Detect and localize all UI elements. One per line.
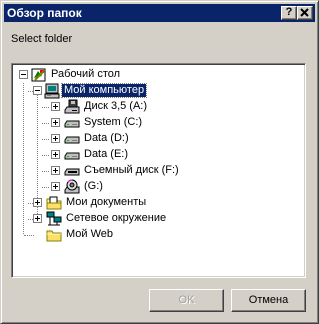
tree-item-label: Мой Web (66, 228, 114, 240)
folder-tree[interactable]: Рабочий стол Мой компьютер Диск 3,5 (A:) (11, 63, 306, 278)
tree-item-label: Data (E:) (84, 148, 129, 160)
hard-drive-icon (64, 152, 80, 160)
floppy-drive-icon (64, 99, 80, 114)
tree-item-label: (G:) (84, 180, 103, 192)
tree-item-desktop[interactable]: Рабочий стол (12, 67, 212, 83)
collapse-toggle[interactable] (19, 70, 28, 79)
tree-item-label: Диск 3,5 (A:) (84, 100, 148, 112)
tree-item-drive-c[interactable]: System (C:) (12, 115, 212, 131)
hard-drive-icon (64, 136, 80, 144)
help-button[interactable]: ? (281, 6, 297, 20)
tree-item-drive-g[interactable]: (G:) (12, 179, 212, 195)
computer-icon (44, 83, 60, 99)
tree-item-drive-e[interactable]: Data (E:) (12, 147, 212, 163)
tree-item-label: Сетевое окружение (66, 212, 167, 224)
tree-item-drive-a[interactable]: Диск 3,5 (A:) (12, 99, 212, 115)
desktop-icon (31, 68, 46, 82)
hard-drive-icon (64, 120, 80, 128)
cancel-button[interactable]: Отмена (231, 289, 306, 312)
tree-item-label: System (C:) (84, 116, 143, 128)
tree-item-drive-d[interactable]: Data (D:) (12, 131, 212, 147)
folder-icon (46, 230, 62, 242)
network-icon (46, 211, 62, 226)
expand-toggle[interactable] (33, 214, 42, 223)
collapse-toggle[interactable] (33, 86, 42, 95)
tree-item-label: Мой компьютер (60, 83, 148, 98)
browse-folder-dialog: Обзор папок ? Select folder Рабочий стол… (0, 0, 319, 324)
window-title: Обзор папок (7, 6, 82, 20)
expand-toggle[interactable] (33, 198, 42, 207)
tree-item-my-web[interactable]: Мой Web (12, 227, 212, 243)
expand-toggle[interactable] (51, 134, 60, 143)
expand-toggle[interactable] (51, 150, 60, 159)
removable-drive-icon (64, 168, 80, 176)
tree-item-network[interactable]: Сетевое окружение (12, 211, 232, 227)
tree-item-drive-f[interactable]: Съемный диск (F:) (12, 163, 242, 179)
ok-button[interactable]: OK (149, 289, 224, 312)
cd-drive-icon (64, 179, 80, 194)
tree-item-my-computer[interactable]: Мой компьютер (12, 83, 212, 99)
prompt-label: Select folder (11, 33, 73, 45)
close-icon (300, 8, 309, 17)
title-bar[interactable]: Обзор папок ? (4, 4, 315, 22)
tree-item-label: Съемный диск (F:) (84, 164, 179, 176)
expand-toggle[interactable] (51, 182, 60, 191)
tree-item-label: Рабочий стол (51, 68, 121, 80)
close-button[interactable] (297, 6, 313, 20)
expand-toggle[interactable] (51, 118, 60, 127)
tree-item-label: Data (D:) (84, 132, 129, 144)
expand-toggle[interactable] (51, 102, 60, 111)
tree-item-my-documents[interactable]: Мои документы (12, 195, 212, 211)
expand-toggle[interactable] (51, 166, 60, 175)
tree-item-label: Мои документы (66, 196, 147, 208)
documents-folder-icon (46, 196, 62, 210)
